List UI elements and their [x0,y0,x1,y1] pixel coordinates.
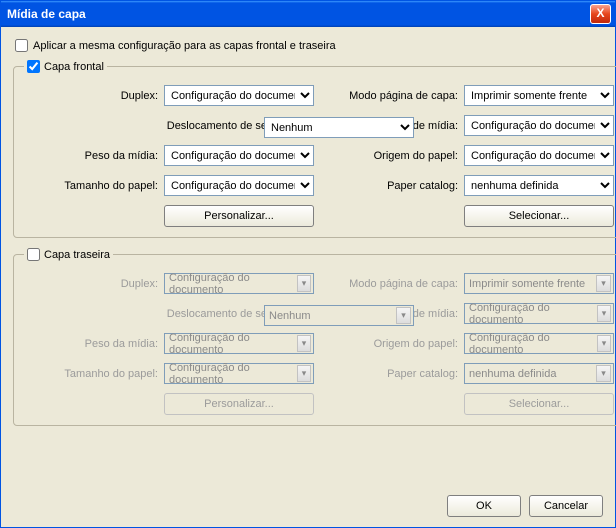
chevron-down-icon: ▾ [297,365,311,382]
cancel-button[interactable]: Cancelar [529,495,603,517]
cover-media-dialog: Mídia de capa X Aplicar a mesma configur… [0,0,616,528]
apply-same-config-row[interactable]: Aplicar a mesma configuração para as cap… [15,39,603,52]
ok-button[interactable]: OK [447,495,521,517]
front-cover-group: Capa frontal Duplex: Configuração do doc… [13,60,616,238]
chevron-down-icon: ▾ [297,335,311,352]
back-button-row: Personalizar... Selecionar... [24,393,614,415]
front-paper-source-select[interactable]: Configuração do documento [464,145,614,166]
front-media-weight-select[interactable]: Configuração do documento [164,145,314,166]
front-paper-size-select[interactable]: Configuração do documento [164,175,314,196]
dialog-footer: OK Cancelar [1,487,615,527]
front-sep-offset-select[interactable]: Nenhum [264,117,414,138]
back-cover-group: Capa traseira Duplex: Configuração do do… [13,248,616,426]
front-paper-size-label: Tamanho do papel: [24,180,164,192]
front-media-type-select[interactable]: Configuração do documento [464,115,614,136]
close-button[interactable]: X [590,4,611,24]
front-cover-checkbox[interactable] [27,60,40,73]
front-personalize-button[interactable]: Personalizar... [164,205,314,227]
titlebar: Mídia de capa X [1,1,615,27]
front-duplex-select[interactable]: Configuração do documento [164,85,314,106]
dialog-title: Mídia de capa [7,7,590,21]
front-paper-source-label: Origem do papel: [344,150,464,162]
chevron-down-icon: ▾ [396,307,411,324]
front-cover-legend-label: Capa frontal [44,61,104,73]
back-paper-size-label: Tamanho do papel: [24,368,164,380]
dialog-content: Aplicar a mesma configuração para as cap… [1,27,615,487]
chevron-down-icon: ▾ [597,305,611,322]
front-duplex-label: Duplex: [24,90,164,102]
chevron-down-icon: ▾ [597,335,611,352]
back-page-mode-label: Modo página de capa: [344,278,464,290]
front-page-mode-label: Modo página de capa: [344,90,464,102]
back-duplex-label: Duplex: [24,278,164,290]
back-sep-offset-select: Nenhum▾ [264,305,414,326]
apply-same-config-checkbox[interactable] [15,39,28,52]
back-paper-catalog-label: Paper catalog: [344,368,464,380]
chevron-down-icon: ▾ [596,275,611,292]
front-cover-legend[interactable]: Capa frontal [24,60,107,73]
back-cover-checkbox[interactable] [27,248,40,261]
front-page-mode-select[interactable]: Imprimir somente frente [464,85,614,106]
back-paper-size-select: Configuração do documento▾ [164,363,314,384]
chevron-down-icon: ▾ [596,365,611,382]
back-personalize-button: Personalizar... [164,393,314,415]
close-icon: X [596,6,604,20]
chevron-down-icon: ▾ [297,275,311,292]
front-button-row: Personalizar... Selecionar... [24,205,614,227]
back-media-weight-select: Configuração do documento▾ [164,333,314,354]
back-paper-source-label: Origem do papel: [344,338,464,350]
back-cover-grid: Duplex: Configuração do documento▾ Modo … [24,273,614,384]
front-select-button[interactable]: Selecionar... [464,205,614,227]
back-cover-legend[interactable]: Capa traseira [24,248,113,261]
front-cover-grid: Duplex: Configuração do documento Modo p… [24,85,614,196]
back-cover-legend-label: Capa traseira [44,249,110,261]
back-paper-source-select: Configuração do documento▾ [464,333,614,354]
front-paper-catalog-label: Paper catalog: [344,180,464,192]
front-paper-catalog-select[interactable]: nenhuma definida [464,175,614,196]
back-media-type-select: Configuração do documento▾ [464,303,614,324]
back-paper-catalog-select: nenhuma definida▾ [464,363,614,384]
back-duplex-select: Configuração do documento▾ [164,273,314,294]
back-page-mode-select: Imprimir somente frente▾ [464,273,614,294]
front-media-weight-label: Peso da mídia: [24,150,164,162]
back-media-weight-label: Peso da mídia: [24,338,164,350]
apply-same-config-label: Aplicar a mesma configuração para as cap… [33,40,336,52]
back-select-button: Selecionar... [464,393,614,415]
